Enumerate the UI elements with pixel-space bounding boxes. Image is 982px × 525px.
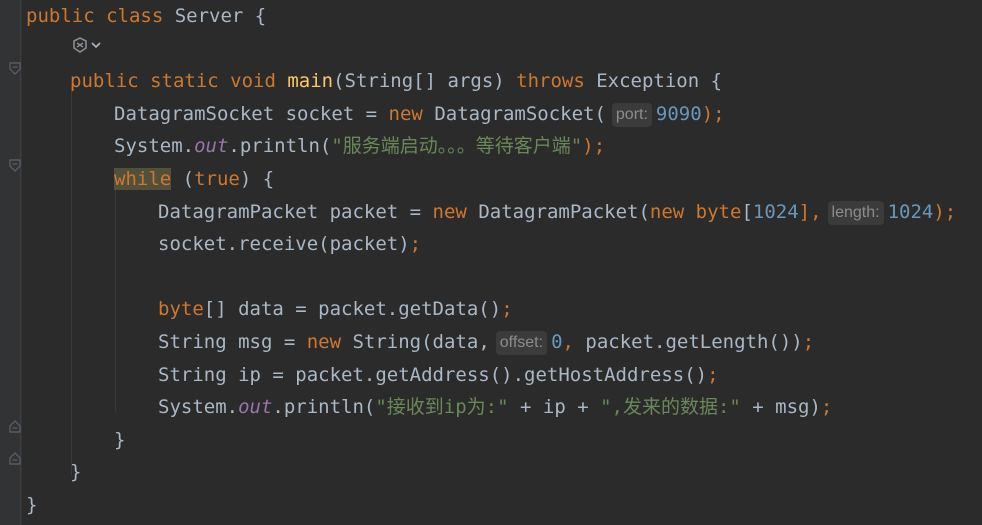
code-token: .println( — [228, 135, 332, 158]
ai-assistant-icon[interactable] — [70, 33, 104, 65]
code-token: ",发来的数据:" — [600, 396, 741, 419]
code-token: (String[] args) — [333, 70, 517, 93]
code-token: byte — [695, 200, 742, 223]
parameter-hint: length: — [827, 200, 884, 225]
code-line[interactable]: } — [70, 456, 81, 488]
code-token: + msg) — [740, 396, 821, 419]
code-token: "服务端启动。。。等待客户端" — [331, 135, 583, 158]
parameter-hint: offset: — [495, 331, 548, 355]
code-token: 0 — [551, 331, 563, 353]
code-token: public static void — [70, 70, 288, 93]
code-token: ; — [409, 233, 422, 256]
code-line[interactable]: String ip = packet.getAddress().getHostA… — [158, 359, 719, 391]
fold-marker-open[interactable] — [9, 62, 21, 75]
code-token: ); — [933, 200, 957, 223]
code-token: out — [238, 396, 273, 419]
code-line[interactable]: } — [26, 489, 37, 521]
code-token: out — [194, 135, 229, 158]
code-line[interactable]: String msg = new String(data, offset: 0, p… — [158, 326, 814, 358]
code-token: packet.getLength()) — [585, 331, 803, 353]
code-token: } — [26, 494, 38, 516]
editor-gutter — [0, 0, 22, 525]
code-token: throws — [516, 70, 597, 93]
code-line[interactable]: DatagramPacket packet = new DatagramPack… — [158, 196, 956, 228]
code-token: 1024 — [752, 200, 799, 223]
code-token: ], — [798, 200, 822, 223]
code-line[interactable]: socket.receive(packet); — [158, 228, 421, 260]
code-token: new — [306, 331, 353, 353]
code-token: String ip = packet.getAddress().getHostA… — [158, 363, 708, 386]
code-line[interactable] — [70, 33, 104, 65]
code-token: Server { — [174, 5, 267, 27]
code-token: } — [114, 428, 126, 451]
code-token: System. — [158, 396, 239, 419]
code-token: 9090 — [655, 102, 702, 125]
code-token: new — [649, 200, 696, 223]
code-token: } — [70, 461, 82, 484]
code-token: new — [432, 200, 479, 223]
code-line[interactable]: byte[] data = packet.getData(); — [158, 293, 513, 325]
code-token: while — [114, 168, 172, 190]
code-token: System. — [114, 135, 195, 158]
code-token: DatagramSocket socket = — [114, 102, 389, 125]
code-token: ; — [707, 363, 719, 386]
code-line[interactable]: public static void main(String[] args) t… — [70, 65, 722, 97]
code-token: ; — [802, 331, 815, 353]
code-token: ; — [501, 298, 513, 321]
code-token: ; — [820, 396, 833, 419]
code-token: DatagramSocket( — [434, 102, 606, 125]
code-token: main — [287, 70, 334, 93]
code-token: "接收到ip为:" — [375, 396, 509, 419]
code-token: new — [388, 102, 435, 125]
code-token: DatagramPacket( — [478, 200, 650, 223]
code-line[interactable]: DatagramSocket socket = new DatagramSock… — [114, 98, 725, 130]
code-line[interactable]: System.out.println("接收到ip为:" + ip + ",发来… — [158, 391, 832, 423]
code-token: ); — [582, 135, 606, 158]
code-line[interactable]: } — [114, 424, 125, 456]
code-token: [] data = packet.getData() — [203, 298, 502, 321]
code-token: String(data, — [352, 331, 490, 353]
code-token: ) { — [239, 168, 275, 190]
parameter-hint: port: — [611, 102, 652, 127]
indent-guide — [115, 183, 116, 411]
fold-marker-close[interactable] — [9, 452, 21, 465]
code-token: Exception { — [596, 70, 723, 93]
code-token: ); — [701, 102, 725, 125]
code-token: [ — [741, 200, 753, 223]
code-token: 1024 — [887, 200, 934, 223]
code-token: DatagramPacket packet = — [158, 200, 433, 223]
code-token: socket.receive(packet) — [158, 233, 410, 256]
code-token: .println( — [272, 396, 376, 419]
code-token: byte — [158, 298, 204, 321]
code-token: + ip + — [508, 396, 601, 419]
code-line[interactable]: while (true) { — [114, 163, 274, 195]
code-token: String msg = — [158, 331, 307, 353]
code-token: ( — [171, 168, 195, 190]
code-token: true — [194, 168, 240, 190]
code-line[interactable]: System.out.println("服务端启动。。。等待客户端"); — [114, 130, 605, 162]
indent-guide — [71, 85, 72, 475]
code-token: public class — [26, 5, 175, 27]
code-token: , — [562, 331, 586, 353]
fold-marker-open[interactable] — [9, 159, 21, 172]
fold-marker-close[interactable] — [9, 420, 21, 433]
gutter-divider — [20, 0, 21, 525]
code-line[interactable]: public class Server { — [26, 0, 266, 32]
